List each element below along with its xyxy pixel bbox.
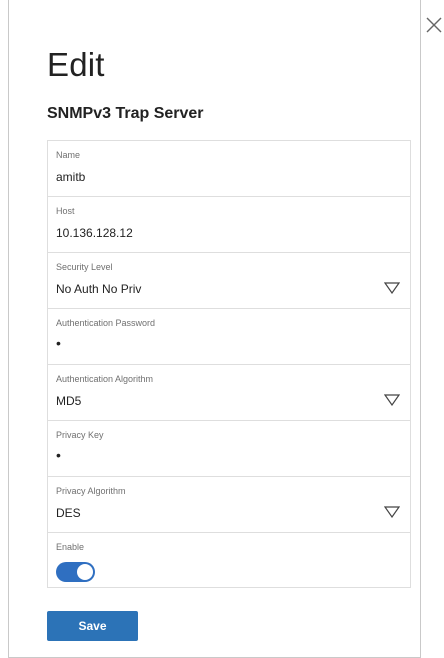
security-level-select[interactable]: Security Level No Auth No Priv [48,253,410,309]
privacy-key-value[interactable]: • [56,447,61,463]
dropdown-caret-icon[interactable] [384,506,400,518]
enable-field: Enable [48,533,410,587]
auth-algorithm-value[interactable]: MD5 [56,394,81,408]
name-label: Name [56,150,81,160]
host-field[interactable]: Host 10.136.128.12 [48,197,410,253]
page-subtitle: SNMPv3 Trap Server [47,105,204,122]
privacy-key-label: Privacy Key [56,430,104,440]
close-icon[interactable] [425,16,443,34]
host-label: Host [56,206,75,216]
name-field[interactable]: Name amitb [48,141,410,197]
save-button[interactable]: Save [47,611,138,641]
page-title: Edit [47,46,105,83]
auth-password-label: Authentication Password [56,318,156,328]
auth-password-field[interactable]: Authentication Password • [48,309,410,365]
name-value[interactable]: amitb [56,170,85,184]
enable-label: Enable [56,542,85,552]
host-value[interactable]: 10.136.128.12 [56,226,133,240]
dropdown-caret-icon[interactable] [384,282,400,294]
enable-toggle[interactable] [56,562,95,582]
privacy-algorithm-value[interactable]: DES [56,506,81,520]
snmp-form: Name amitb Host 10.136.128.12 Security L… [47,140,411,588]
auth-password-value[interactable]: • [56,335,61,351]
privacy-algorithm-label: Privacy Algorithm [56,486,126,496]
privacy-key-field[interactable]: Privacy Key • [48,421,410,477]
auth-algorithm-select[interactable]: Authentication Algorithm MD5 [48,365,410,421]
security-level-label: Security Level [56,262,113,272]
privacy-algorithm-select[interactable]: Privacy Algorithm DES [48,477,410,533]
auth-algorithm-label: Authentication Algorithm [56,374,154,384]
toggle-knob [77,564,93,580]
dropdown-caret-icon[interactable] [384,394,400,406]
security-level-value[interactable]: No Auth No Priv [56,282,141,296]
